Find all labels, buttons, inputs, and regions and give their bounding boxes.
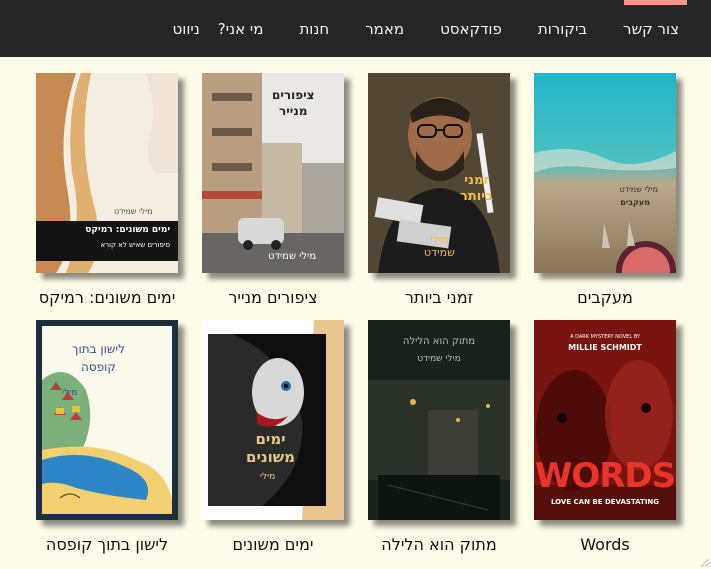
book-cover[interactable]: ימים משונים מילי xyxy=(202,320,344,520)
cover-subtitle: סיפורים שאיש לא קורא xyxy=(100,241,170,249)
book-title[interactable]: לישון בתוך קופסה xyxy=(29,535,185,554)
cover-title-line: משונים xyxy=(246,448,296,466)
cover-author-line: מילי xyxy=(430,233,449,246)
book-card[interactable]: זמני ביותר מילי שמידט זמני ביותר xyxy=(361,73,517,307)
cover-title-line: ציפורים xyxy=(272,88,315,102)
book-card[interactable]: ימים משונים מילי ימים משונים xyxy=(195,320,351,554)
book-cover[interactable]: מילי שמידט מעקבים xyxy=(534,73,676,273)
nav-item-podcast[interactable]: פודקאסט xyxy=(422,20,520,38)
book-cover[interactable]: זמני ביותר מילי שמידט xyxy=(368,73,510,273)
book-card[interactable]: מילי שמידט מעקבים מעקבים xyxy=(527,73,683,307)
cover-title: ימים משונים xyxy=(246,430,295,466)
cover-author: מילי xyxy=(260,472,276,482)
beach-cover-art xyxy=(534,73,676,273)
nav-item-reviews[interactable]: ביקורות xyxy=(520,20,605,38)
cover-title: ציפורים מנייר xyxy=(272,87,315,119)
cover-author: מילי שמידט xyxy=(417,354,461,364)
nav-item-about[interactable]: מי אני? xyxy=(200,20,282,38)
book-card[interactable]: לישון בתוך קופסה מילי לישון בתוך קופסה xyxy=(29,320,185,554)
cover-title-line: זמני xyxy=(464,173,489,188)
book-cover[interactable]: ציפורים מנייר מילי שמידט xyxy=(202,73,344,273)
cover-subtitle: LOVE CAN BE DEVASTATING xyxy=(550,498,660,506)
cover-author: מילי שמידט xyxy=(619,185,658,194)
cover-title-line: קופסה xyxy=(81,360,116,374)
book-title[interactable]: Words xyxy=(527,535,683,554)
cover-author: MILLIE SCHMIDT xyxy=(568,343,642,352)
resize-grip-icon[interactable] xyxy=(699,557,709,567)
book-title[interactable]: מעקבים xyxy=(527,288,683,307)
book-title[interactable]: ימים משונים: רמיקס xyxy=(29,288,185,307)
cover-title: ימים משונים: רמיקס xyxy=(85,225,170,235)
top-navbar: ניווט מי אני? חנות מאמר פודקאסט ביקורות … xyxy=(0,0,711,57)
cover-title-line: ימים xyxy=(255,430,286,448)
night-cover-art xyxy=(368,320,510,520)
nav-menu: ניווט מי אני? חנות מאמר פודקאסט ביקורות … xyxy=(155,0,698,57)
cover-author: מילי שמידט xyxy=(268,251,317,262)
book-grid: מילי שמידט מעקבים מעקבים זמני ביותר מילי… xyxy=(0,57,711,569)
book-title[interactable]: ציפורים מנייר xyxy=(195,288,351,307)
cover-title: מתוק הוא הלילה xyxy=(402,336,476,347)
cover-title: לישון בתוך קופסה xyxy=(72,340,125,376)
nav-item-store[interactable]: חנות xyxy=(281,20,347,38)
book-cover[interactable]: מילי שמידט ימים משונים: רמיקס סיפורים שא… xyxy=(36,73,178,273)
book-card[interactable]: ציפורים מנייר מילי שמידט ציפורים מנייר xyxy=(195,73,351,307)
strange-days-cover-art xyxy=(202,320,344,520)
book-card[interactable]: מתוק הוא הלילה מילי שמידט מתוק הוא הלילה xyxy=(361,320,517,554)
cover-author: מילי שמידט xyxy=(424,233,455,259)
nav-item-navigation[interactable]: ניווט xyxy=(155,20,200,38)
book-cover[interactable]: לישון בתוך קופסה מילי xyxy=(36,320,178,520)
cover-title: WORDS xyxy=(534,456,676,496)
cover-title-line: לישון בתוך xyxy=(72,342,125,356)
book-card[interactable]: מילי שמידט ימים משונים: רמיקס סיפורים שא… xyxy=(29,73,185,307)
book-card[interactable]: A DARK MYSTERY NOVEL BY MILLIE SCHMIDT W… xyxy=(527,320,683,554)
cover-title-line: ביותר xyxy=(460,189,493,204)
cover-title: זמני ביותר xyxy=(460,173,493,205)
cover-title: מעקבים xyxy=(620,198,650,207)
book-title[interactable]: ימים משונים xyxy=(195,535,351,554)
cover-author-line: שמידט xyxy=(424,246,455,259)
cover-tagline: A DARK MYSTERY NOVEL BY xyxy=(570,334,640,340)
book-cover[interactable]: מתוק הוא הלילה מילי שמידט xyxy=(368,320,510,520)
nav-item-article[interactable]: מאמר xyxy=(347,20,422,38)
cover-author: מילי שמידט xyxy=(114,207,153,216)
cover-title-line: מנייר xyxy=(279,104,308,118)
book-title[interactable]: זמני ביותר xyxy=(361,288,517,307)
nav-item-contact[interactable]: צור קשר xyxy=(605,20,697,38)
cover-author: מילי xyxy=(62,388,78,398)
book-title[interactable]: מתוק הוא הלילה xyxy=(361,535,517,554)
book-cover[interactable]: A DARK MYSTERY NOVEL BY MILLIE SCHMIDT W… xyxy=(534,320,676,520)
